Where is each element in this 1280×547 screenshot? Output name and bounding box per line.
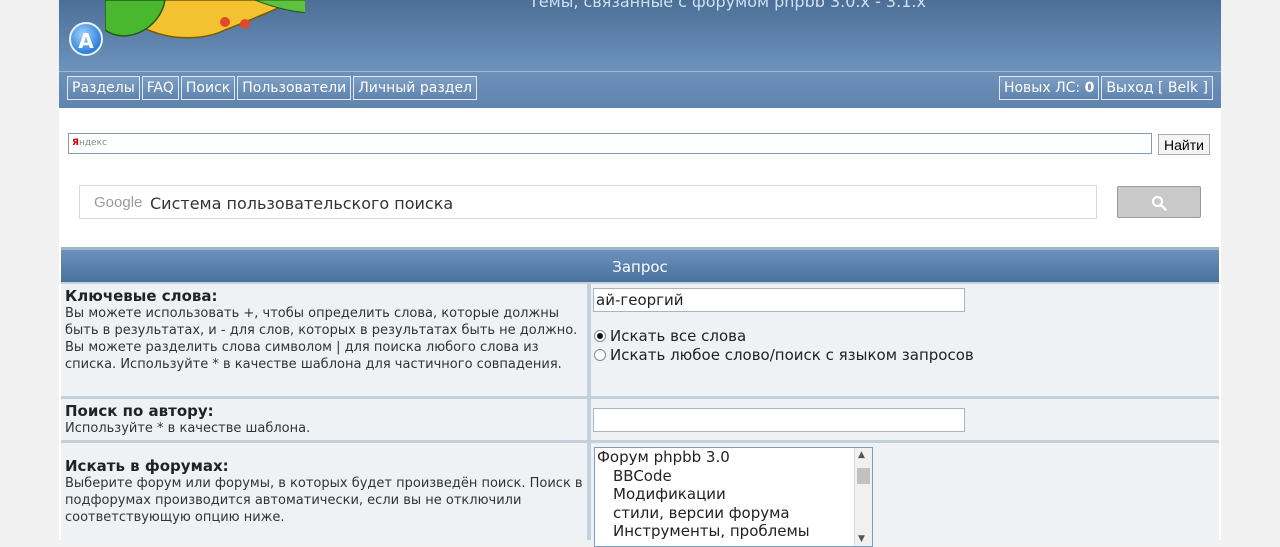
radio-any-word[interactable]: Искать любое слово/поиск с языком запрос… [594,346,974,364]
list-item[interactable]: стили, версии форума [595,504,872,523]
google-search-button[interactable] [1117,186,1201,218]
forums-listbox[interactable]: Форум phpbb 3.0 BBCode Модификации стили… [594,447,873,547]
author-label-cell: Поиск по автору: Используйте * в качеств… [61,399,587,440]
forums-label-cell: Искать в форумах: Выберите форум или фор… [61,443,587,540]
author-title: Поиск по автору: [65,402,214,420]
keywords-label-cell: Ключевые слова: Вы можете использовать +… [61,284,587,396]
logout-button[interactable]: Выход [ Belk ] [1101,76,1213,100]
yandex-search-input[interactable]: Яндекс [68,133,1152,154]
keywords-title: Ключевые слова: [65,287,218,305]
keywords-description: Вы можете использовать +, чтобы определи… [65,306,578,372]
author-input[interactable] [593,408,965,432]
radio-any-word-indicator[interactable] [594,349,606,361]
navbar: Разделы FAQ Поиск Пользователи Личный ра… [59,71,1221,108]
nav-right: Новых ЛС: 0 Выход [ Belk ] [998,76,1213,100]
site-description: Темы, связанные с форумом phpbb 3.0.x - … [529,0,926,11]
form-header: Запрос [61,247,1219,282]
forums-title: Искать в форумах: [65,457,229,475]
keywords-input-cell: ай-георгий Искать все слова Искать любое… [591,284,1219,396]
nav-personal-button[interactable]: Личный раздел [353,76,478,100]
new-pm-button[interactable]: Новых ЛС: 0 [998,76,1100,100]
list-item[interactable]: Инструменты, проблемы [595,522,872,541]
radio-all-words-label: Искать все слова [610,327,747,345]
forums-description: Выберите форум или форумы, в которых буд… [65,476,583,525]
scroll-thumb[interactable] [857,468,870,484]
author-input-cell [591,399,1219,440]
nav-faq-button[interactable]: FAQ [141,76,179,100]
listbox-scrollbar[interactable]: ▲ ▼ [854,448,872,546]
yandex-brand: Я [72,138,79,148]
yandex-find-button[interactable]: Найти [1158,134,1210,155]
google-search-box[interactable]: Google Система пользовательского поиска [79,185,1097,219]
new-pm-label: Новых ЛС: [1003,80,1081,96]
forums-select-cell: Форум phpbb 3.0 BBCode Модификации стили… [591,443,1219,547]
scroll-up-icon[interactable]: ▲ [858,450,865,460]
keywords-input[interactable]: ай-георгий [593,288,965,312]
nav-search-button[interactable]: Поиск [180,76,236,100]
google-brand: Google [94,194,143,211]
nav-sections-button[interactable]: Разделы [67,76,140,100]
author-description: Используйте * в качестве шаблона. [65,421,311,436]
radio-all-words-indicator[interactable] [594,330,606,342]
site-header: A Темы, связанные с форумом phpbb 3.0.x … [59,0,1221,108]
yandex-brand-rest: ндекс [78,138,107,148]
nav-left: Разделы FAQ Поиск Пользователи Личный ра… [67,76,478,100]
scroll-down-icon[interactable]: ▼ [858,534,865,544]
list-item[interactable]: BBCode [595,467,872,486]
radio-any-word-label: Искать любое слово/поиск с языком запрос… [610,346,974,364]
search-form-table: Запрос Ключевые слова: Вы можете использ… [61,247,1219,547]
dragon-logo [105,0,305,42]
google-search-placeholder: Система пользовательского поиска [150,194,454,213]
search-icon [1151,195,1167,211]
list-item[interactable]: Форум phpbb 3.0 [595,448,872,467]
list-item[interactable]: Модификации [595,485,872,504]
nav-users-button[interactable]: Пользователи [237,76,352,100]
radio-all-words[interactable]: Искать все слова [594,327,746,345]
page: A Темы, связанные с форумом phpbb 3.0.x … [59,0,1221,547]
logo-a-icon[interactable]: A [69,22,103,56]
new-pm-count: 0 [1084,80,1095,96]
